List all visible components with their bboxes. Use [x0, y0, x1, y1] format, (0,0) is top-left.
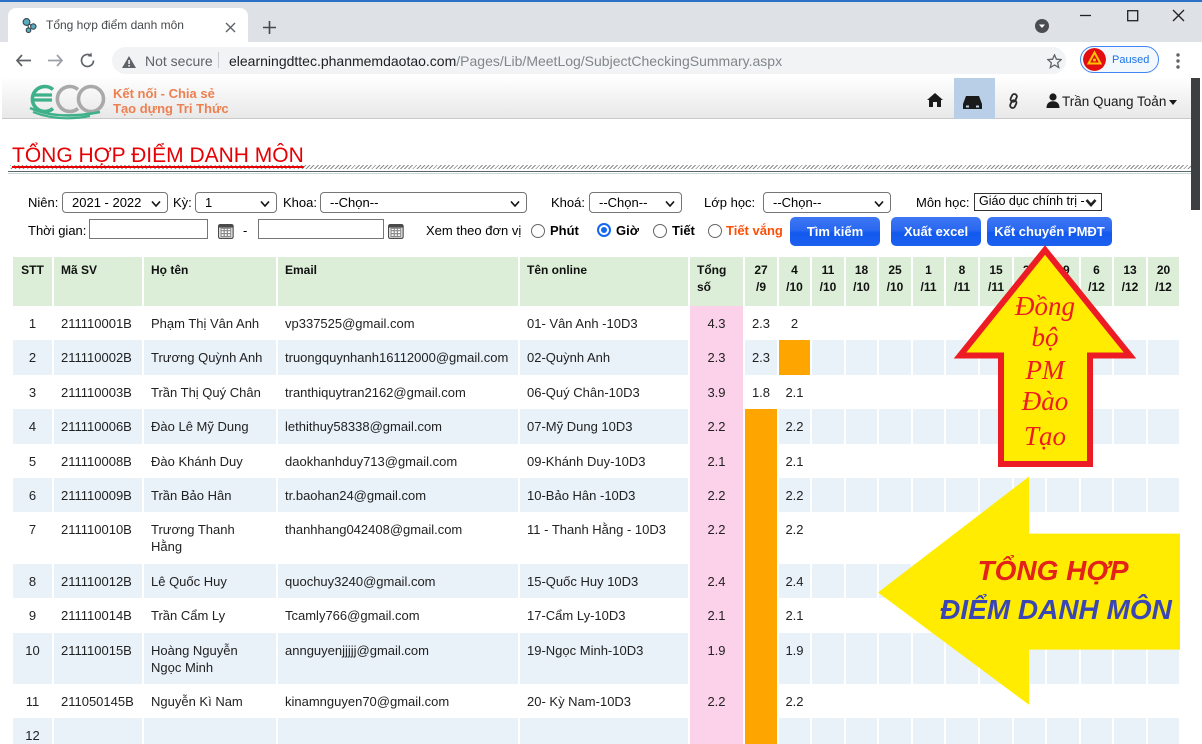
svg-text:ĐIỂM DANH MÔN: ĐIỂM DANH MÔN [940, 593, 1173, 625]
svg-text:Đồng: Đồng [1014, 291, 1075, 321]
svg-text:PM: PM [1025, 355, 1066, 385]
svg-text:TỔNG HỢP: TỔNG HỢP [977, 555, 1128, 586]
svg-text:bộ: bộ [1032, 322, 1059, 352]
svg-text:Tạo: Tạo [1024, 421, 1066, 451]
svg-text:Đào: Đào [1021, 386, 1069, 416]
